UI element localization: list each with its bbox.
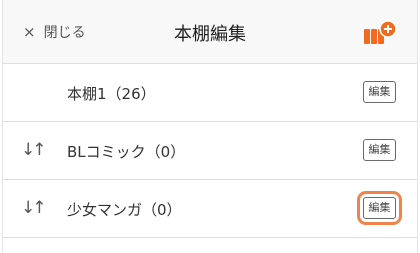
shelf-row-2: ↓↑ BLコミック（0） 編集: [3, 122, 417, 180]
shelf-name: BLコミック（0）: [67, 143, 186, 161]
close-button[interactable]: × 閉じる: [23, 21, 86, 43]
edit-button[interactable]: 編集: [363, 139, 396, 161]
close-label: 閉じる: [43, 25, 86, 41]
header-bar: × 閉じる 本棚編集: [3, 0, 417, 64]
edit-button[interactable]: 編集: [363, 81, 396, 103]
shelf-name: 少女マンガ（0）: [67, 201, 182, 219]
close-icon: ×: [23, 22, 36, 41]
add-bookshelf-icon: [364, 20, 397, 44]
shelf-name: 本棚1（26）: [67, 85, 156, 103]
reorder-handle-icon[interactable]: ↓↑: [21, 140, 46, 160]
shelf-row-3: ↓↑ 少女マンガ（0） 編集: [3, 180, 417, 238]
add-bookshelf-button[interactable]: [363, 20, 397, 46]
bookshelf-edit-panel: × 閉じる 本棚編集 本棚1（26） 編集 ↓↑ BLコミック（0） 編集 ↓↑…: [2, 0, 418, 253]
shelf-row-1: 本棚1（26） 編集: [3, 64, 417, 122]
edit-button-highlighted[interactable]: 編集: [357, 191, 402, 225]
reorder-handle-icon[interactable]: ↓↑: [21, 198, 46, 218]
